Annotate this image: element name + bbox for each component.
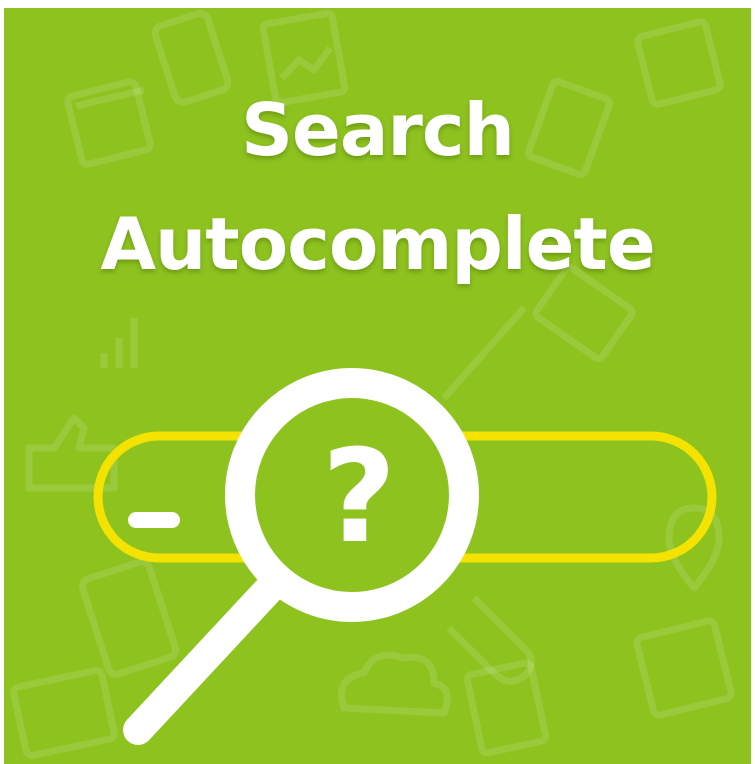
banner-tile: Search Autocomplete ? (4, 8, 751, 764)
search-illustration (93, 368, 717, 745)
question-mark-icon: ? (321, 423, 397, 572)
cursor-icon (128, 512, 180, 528)
magnifier-handle (123, 571, 287, 745)
